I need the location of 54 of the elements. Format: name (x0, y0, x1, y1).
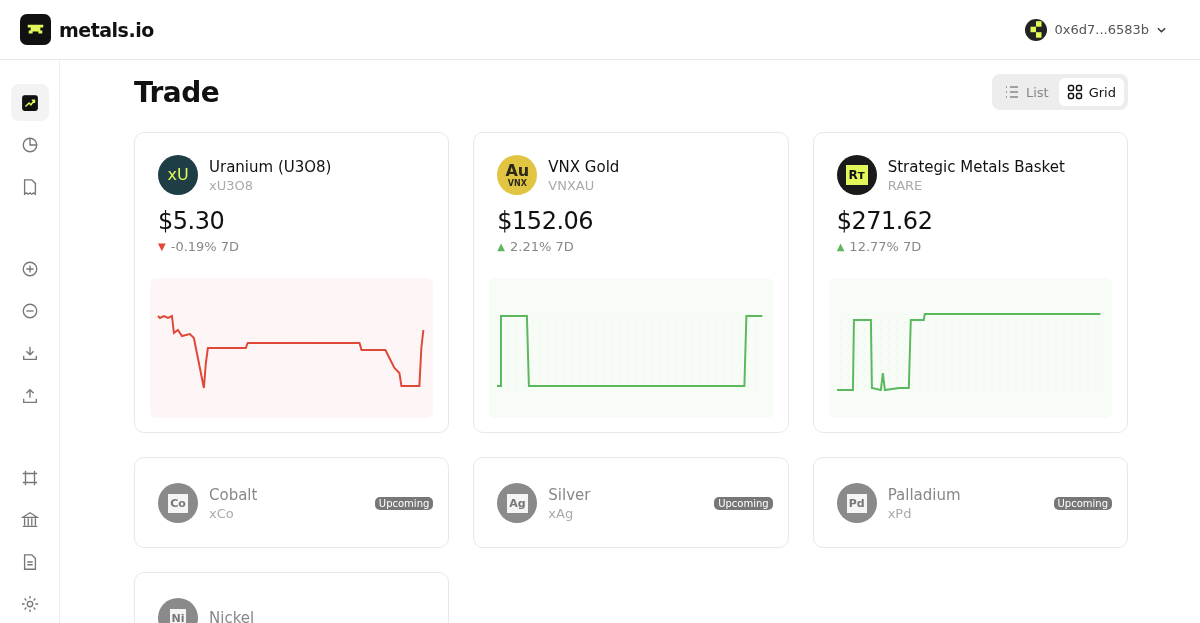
avatar-icon (1024, 18, 1047, 41)
asset-name: Cobalt (209, 485, 259, 504)
asset-card[interactable]: Rт Strategic Metals Basket RARE $271.62 ▲ 12.77% 7D (812, 132, 1128, 433)
asset-name: Nickel (209, 609, 256, 623)
asset-symbol: xCo (209, 505, 235, 521)
asset-symbol: xPd (887, 505, 913, 521)
bank-icon (20, 511, 39, 530)
upcoming-badge: Upcoming (714, 496, 773, 510)
asset-symbol: RARE (887, 177, 924, 193)
price-change: 12.77% 7D (849, 239, 922, 254)
element-logo: Co (158, 483, 198, 523)
logo-icon (20, 14, 51, 45)
brand-name: metals.io (59, 18, 154, 41)
upcoming-badge: Upcoming (374, 496, 434, 510)
asset-name: Palladium (887, 485, 962, 504)
asset-symbol: xAg (548, 505, 575, 521)
upload-icon (20, 386, 39, 405)
trend-arrow: ▲ (836, 241, 845, 252)
download-icon (20, 344, 39, 363)
page-title: Trade (134, 75, 220, 109)
asset-symbol: VNXAU (548, 177, 596, 193)
asset-price: $152.06 (497, 207, 595, 235)
grid-view-tab[interactable]: Grid (1058, 78, 1124, 106)
asset-card[interactable]: Au VNX VNX Gold VNXAU $152.06 ▲ 2.21% 7D (473, 132, 789, 433)
price-change: -0.19% 7D (170, 239, 240, 254)
asset-name: Uranium (U3O8) (209, 157, 333, 176)
trend-arrow: ▼ (158, 241, 166, 252)
element-logo: Pd (836, 483, 877, 523)
caret-icon (1157, 26, 1166, 33)
asset-name: Strategic Metals Basket (887, 157, 1066, 176)
element-logo: Ag (497, 483, 538, 523)
pie-chart-icon (20, 135, 39, 154)
asset-logo: xU (158, 155, 198, 195)
asset-symbol: xU3O8 (209, 177, 254, 193)
nav-item[interactable] (10, 84, 49, 122)
upcoming-badge: Upcoming (1053, 496, 1112, 510)
asset-card[interactable]: xU Uranium (U3O8) xU3O8 $5.30 ▼ -0.19% 7D (134, 132, 450, 433)
plus-circle-icon (20, 260, 39, 279)
wallet-button[interactable]: 0x6d7...6583b (1020, 14, 1170, 45)
minus-circle-icon (20, 302, 39, 321)
frame-icon (20, 468, 39, 487)
asset-price: $5.30 (158, 207, 226, 235)
asset-logo: Rт (836, 155, 877, 195)
asset-name: VNX Gold (548, 157, 621, 176)
trend-arrow: ▲ (497, 241, 506, 252)
price-change: 2.21% 7D (510, 239, 574, 254)
asset-logo: Au VNX (497, 155, 538, 195)
asset-name: Silver (548, 485, 592, 504)
settings-icon (20, 595, 39, 614)
list-icon (1003, 84, 1020, 100)
asset-price: $271.62 (836, 207, 934, 235)
grid-icon (1066, 84, 1083, 100)
trend-chart-icon (20, 93, 39, 112)
element-logo: Ni (158, 598, 198, 623)
